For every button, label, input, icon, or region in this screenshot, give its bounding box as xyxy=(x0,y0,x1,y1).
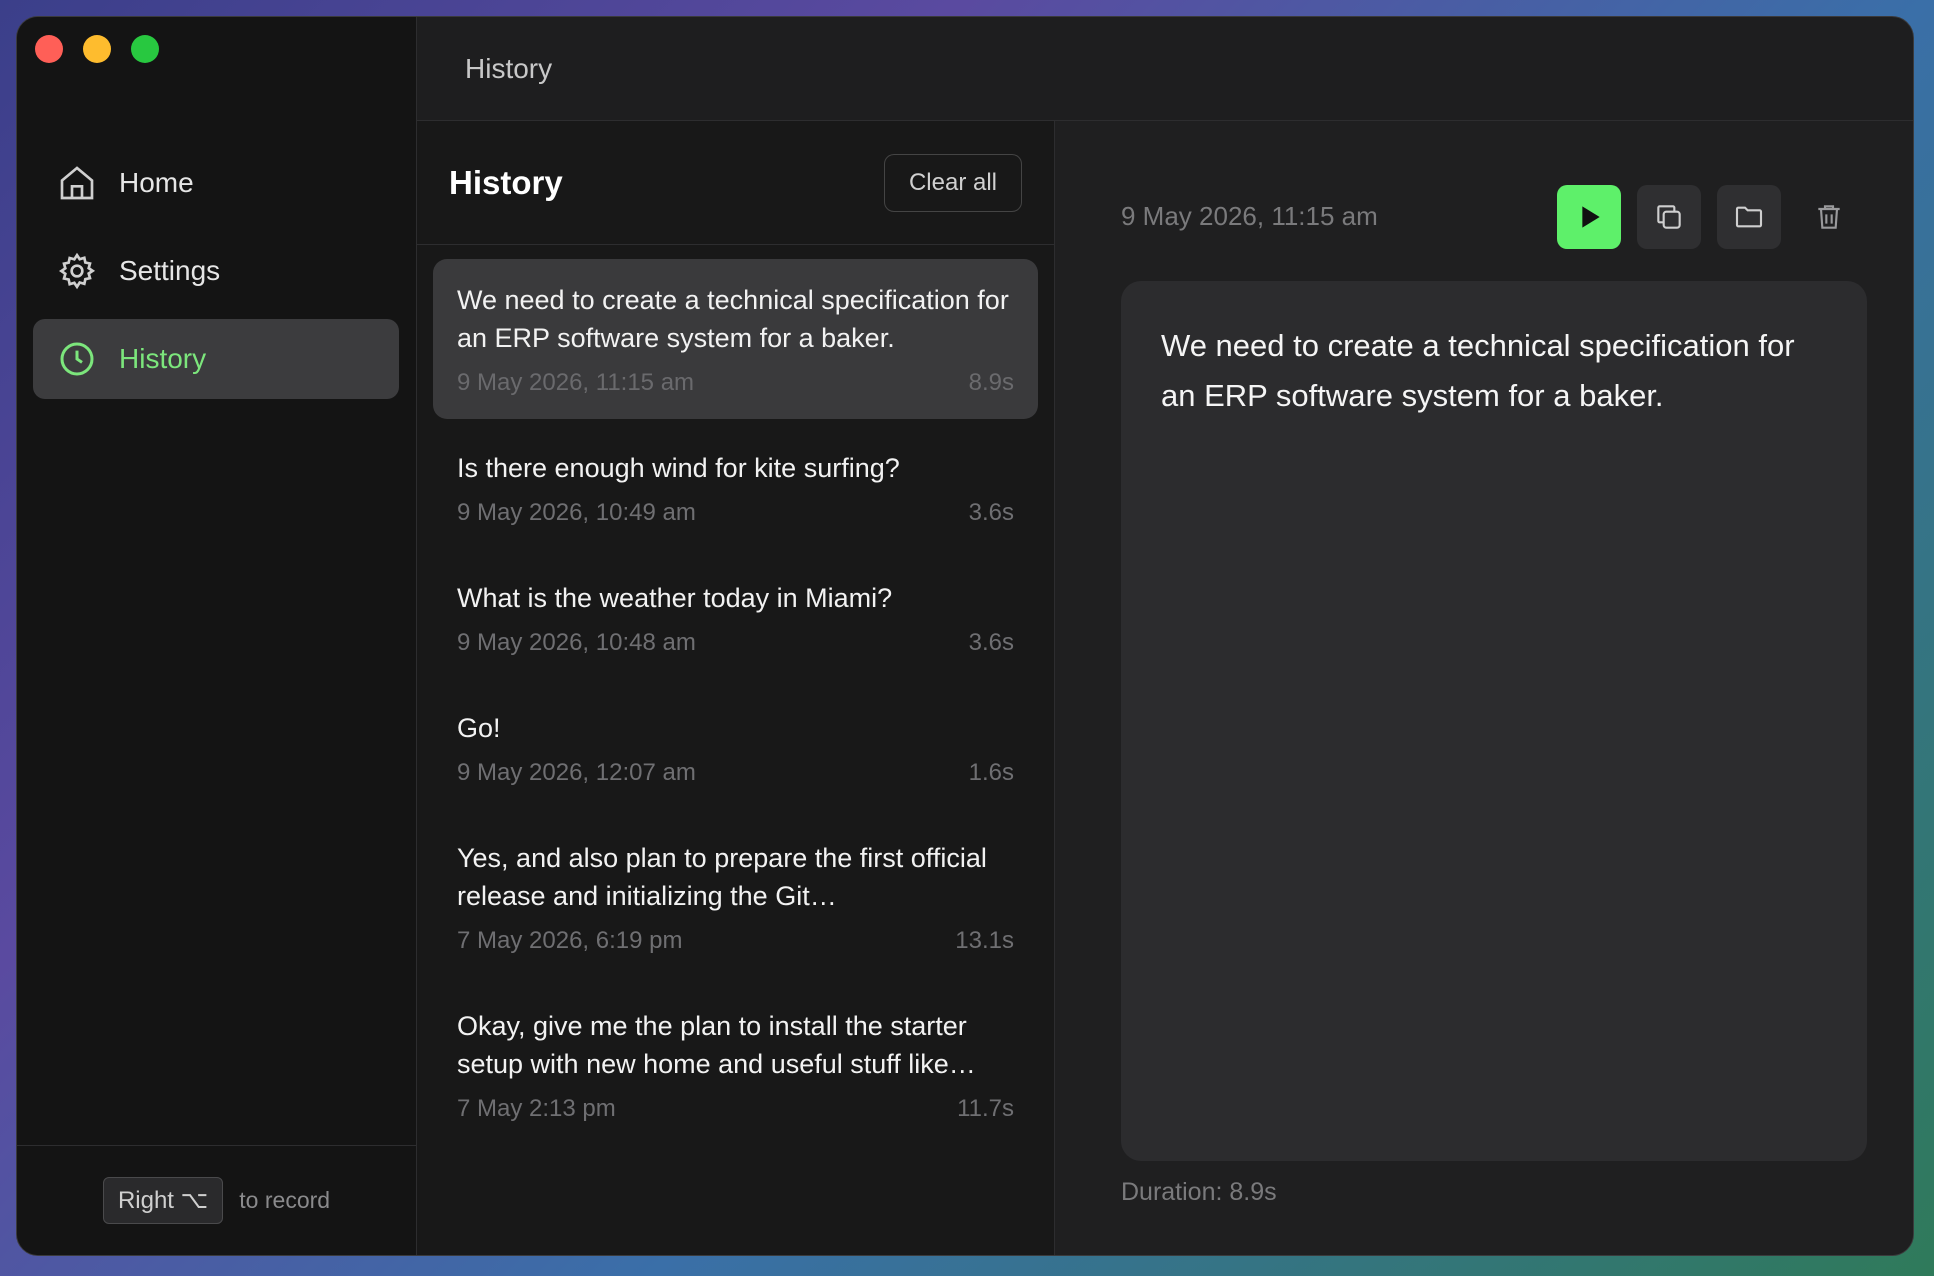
folder-icon xyxy=(1735,206,1763,228)
close-window-button[interactable] xyxy=(35,35,63,63)
open-folder-button[interactable] xyxy=(1717,185,1781,249)
sidebar-nav: Home Settings History xyxy=(33,143,399,407)
list-item[interactable]: Go! 9 May 2026, 12:07 am 1.6s xyxy=(433,687,1038,809)
list-item[interactable]: Yes, and also plan to prepare the first … xyxy=(433,817,1038,977)
gear-icon xyxy=(58,252,96,290)
list-item-duration: 1.6s xyxy=(968,759,1014,786)
history-list-pane: History Clear all We need to create a te… xyxy=(417,121,1055,1255)
list-item-duration: 11.7s xyxy=(957,1095,1014,1122)
list-item-text: We need to create a technical specificat… xyxy=(457,285,1009,353)
list-item-duration: 13.1s xyxy=(955,927,1014,954)
list-item-date: 7 May 2026, 6:19 pm xyxy=(457,927,683,954)
list-item[interactable]: Is there enough wind for kite surfing? 9… xyxy=(433,427,1038,549)
list-item-date: 9 May 2026, 10:49 am xyxy=(457,499,696,526)
list-item[interactable]: We need to create a technical specificat… xyxy=(433,259,1038,419)
list-item-text: What is the weather today in Miami? xyxy=(457,583,893,613)
list-item-duration: 8.9s xyxy=(968,369,1014,396)
history-list-title: History xyxy=(449,163,563,201)
list-item-date: 9 May 2026, 10:48 am xyxy=(457,629,696,656)
sidebar-item-label: Settings xyxy=(119,255,221,286)
page-title: History xyxy=(465,52,553,84)
list-item-date: 7 May 2:13 pm xyxy=(457,1095,616,1122)
list-item-date: 9 May 2026, 11:15 am xyxy=(457,369,695,396)
toolbar: History xyxy=(417,17,1913,121)
trash-icon xyxy=(1818,205,1840,229)
window-controls xyxy=(35,35,159,63)
record-hint-text: to record xyxy=(239,1187,331,1213)
history-list: We need to create a technical specificat… xyxy=(417,245,1054,1167)
detail-duration: Duration: 8.9s xyxy=(1121,1178,1277,1206)
detail-actions xyxy=(1557,185,1861,249)
list-item[interactable]: Okay, give me the plan to install the st… xyxy=(433,985,1038,1145)
list-item-duration: 3.6s xyxy=(968,499,1014,526)
record-shortcut-key: Right ⌥ xyxy=(102,1177,224,1224)
record-hint: Right ⌥ to record xyxy=(17,1145,416,1255)
clock-icon xyxy=(60,342,94,376)
delete-button[interactable] xyxy=(1797,185,1861,249)
transcript-text: We need to create a technical specificat… xyxy=(1121,281,1867,1161)
app-window: Home Settings History Right ⌥ to record … xyxy=(16,16,1914,1256)
sidebar-item-label: Home xyxy=(119,167,194,198)
sidebar-item-home[interactable]: Home xyxy=(33,143,399,223)
list-item-text: Okay, give me the plan to install the st… xyxy=(457,1011,976,1079)
detail-date: 9 May 2026, 11:15 am xyxy=(1121,201,1378,231)
sidebar-item-history[interactable]: History xyxy=(33,319,399,399)
play-icon xyxy=(1582,206,1600,228)
minimize-window-button[interactable] xyxy=(83,35,111,63)
clear-all-button[interactable]: Clear all xyxy=(883,153,1022,212)
play-button[interactable] xyxy=(1557,185,1621,249)
copy-icon xyxy=(1657,205,1681,229)
zoom-window-button[interactable] xyxy=(131,35,159,63)
list-item-duration: 3.6s xyxy=(968,629,1014,656)
list-item[interactable]: What is the weather today in Miami? 9 Ma… xyxy=(433,557,1038,679)
sidebar-item-settings[interactable]: Settings xyxy=(33,231,399,311)
list-item-text: Is there enough wind for kite surfing? xyxy=(457,453,900,483)
list-item-text: Go! xyxy=(457,713,501,743)
copy-button[interactable] xyxy=(1637,185,1701,249)
history-list-header: History Clear all xyxy=(417,121,1054,245)
home-icon xyxy=(60,166,94,200)
sidebar-item-label: History xyxy=(119,343,207,374)
list-item-text: Yes, and also plan to prepare the first … xyxy=(457,843,987,911)
detail-pane: 9 May 2026, 11:15 am We need to create a… xyxy=(1055,121,1913,1255)
list-item-date: 9 May 2026, 12:07 am xyxy=(457,759,696,786)
sidebar: Home Settings History Right ⌥ to record xyxy=(17,17,417,1255)
